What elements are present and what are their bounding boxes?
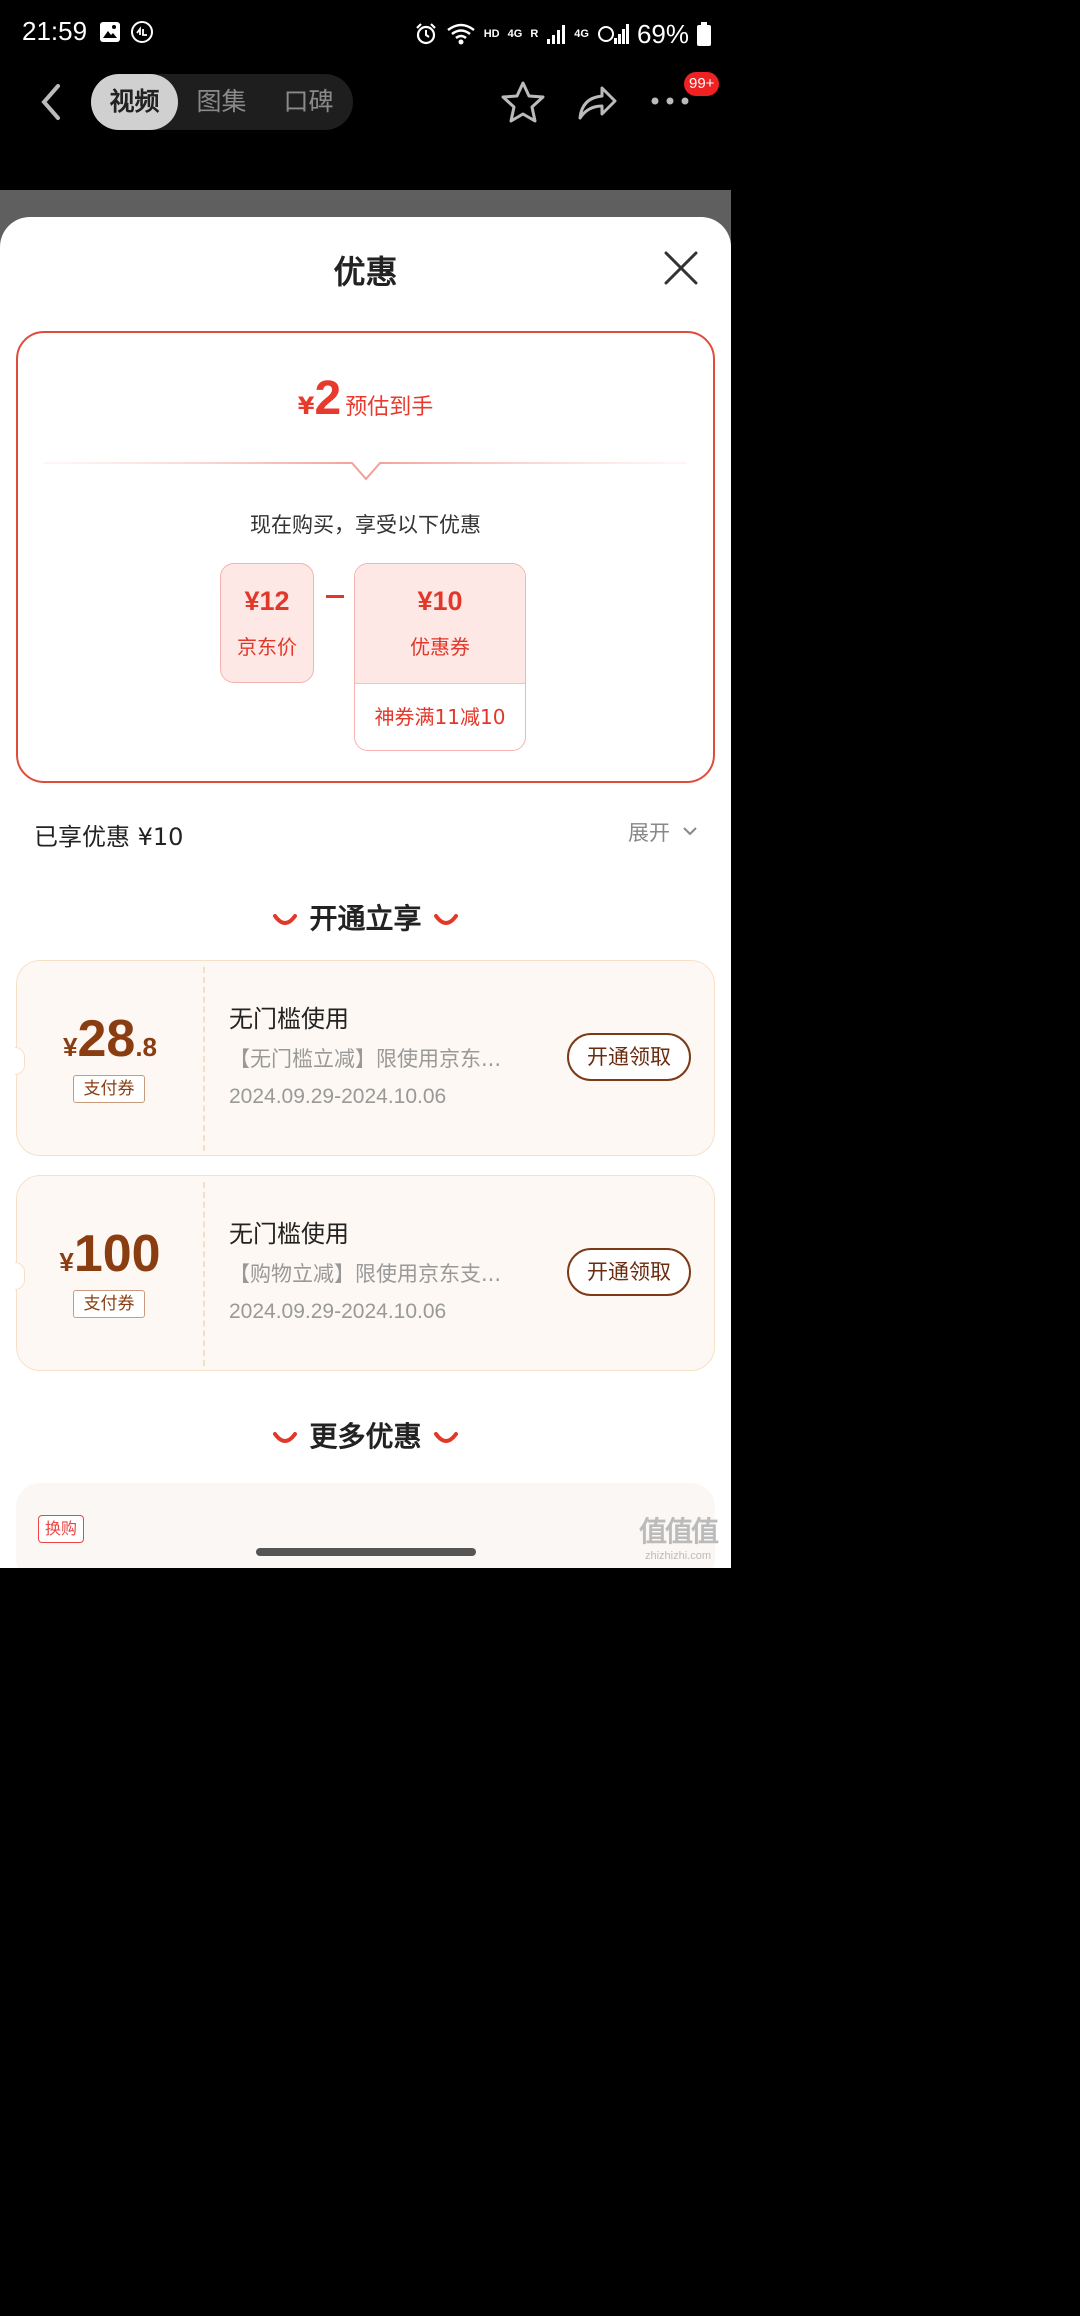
coupon-date: 2024.09.29-2024.10.06: [229, 1300, 447, 1323]
smile-right-icon: [433, 1432, 458, 1443]
coupon-type-tag: 支付券: [73, 1290, 145, 1318]
share-icon[interactable]: [576, 82, 618, 122]
claim-button[interactable]: 开通领取: [567, 1033, 691, 1081]
hd-indicator: HD: [483, 28, 500, 40]
smile-left-icon: [273, 1432, 298, 1443]
section-more-heading: 更多优惠: [0, 1415, 731, 1455]
coupon-price-value: ¥10: [417, 586, 463, 616]
section-more-title: 更多优惠: [309, 1420, 422, 1453]
coupon-currency: ¥: [59, 1247, 74, 1277]
enjoyed-discount: 已享优惠 ¥10: [34, 823, 184, 851]
coupon-amount: ¥28.8: [17, 1009, 203, 1069]
top-nav: 视频 图集 口碑 99+: [0, 66, 731, 190]
expand-link[interactable]: 展开: [628, 817, 670, 847]
jd-price-label: 京东价: [237, 635, 297, 659]
trade-in-tag: 换购: [38, 1515, 85, 1543]
claim-button[interactable]: 开通领取: [567, 1248, 691, 1296]
coupon-condition: 神券满11减10: [374, 705, 506, 729]
buy-now-text: 现在购买，享受以下优惠: [250, 513, 481, 537]
network-4g-2: 4G: [574, 28, 589, 40]
minus-sign: [326, 595, 344, 598]
media-tabs: 视频 图集 口碑: [91, 74, 353, 130]
home-indicator[interactable]: [256, 1548, 476, 1556]
back-icon[interactable]: [34, 80, 70, 124]
estimated-price: ¥2 预估到手: [18, 371, 713, 426]
coupon-amount-int: 28: [77, 1010, 136, 1068]
divider-arrow: [44, 462, 687, 481]
estimate-value: 2: [314, 372, 342, 425]
wifi-icon: [446, 23, 475, 45]
chevron-down-icon[interactable]: [682, 825, 698, 837]
more-icon[interactable]: [650, 96, 690, 106]
smile-right-icon: [433, 914, 458, 925]
coupon-separator: [203, 967, 205, 1151]
coupon-date: 2024.09.29-2024.10.06: [229, 1085, 447, 1108]
coupon-price-box: ¥10 优惠券 神券满11减10: [354, 563, 526, 751]
battery-percent: 69%: [636, 18, 689, 49]
price-summary-card: ¥2 预估到手 现在购买，享受以下优惠 ¥12 京东价 ¥10 优惠券 神券满11: [16, 331, 715, 783]
status-bar: 21:59 HD 4G R 4G 69%: [0, 0, 731, 66]
signal-icon-1: [547, 25, 566, 44]
coupon-desc: 【无门槛立减】限使用京东...: [229, 1047, 502, 1071]
coupon-card: ¥100 支付券 无门槛使用 【购物立减】限使用京东支... 2024.09.2…: [15, 1175, 715, 1371]
app-notification-icon: [131, 21, 153, 43]
coupon-price-label: 优惠券: [410, 635, 470, 659]
coupon-title: 无门槛使用: [229, 1005, 349, 1033]
coupon-type-tag: 支付券: [73, 1075, 145, 1103]
coupon-title: 无门槛使用: [229, 1220, 349, 1248]
jd-price-box: ¥12 京东价: [220, 563, 314, 683]
roaming-indicator: R: [530, 28, 539, 40]
signal-icon-2: [597, 24, 629, 44]
coupon-separator: [203, 1182, 205, 1366]
coupon-amount: ¥100: [17, 1224, 203, 1284]
watermark-logo: 值值值: [638, 1515, 719, 1548]
star-icon[interactable]: [500, 80, 546, 124]
discount-sheet: 优惠 ¥2 预估到手 现在购买，享受以下优惠 ¥12 京东价 ¥10 优惠券 神…: [0, 217, 731, 1568]
coupon-currency: ¥: [63, 1032, 78, 1062]
section-open-title: 开通立享: [309, 902, 422, 935]
smile-left-icon: [273, 914, 298, 925]
status-time: 21:59: [22, 16, 88, 46]
sheet-title: 优惠: [333, 253, 398, 291]
section-open-heading: 开通立享: [0, 897, 731, 937]
jd-price-value: ¥12: [244, 586, 290, 616]
estimate-currency: ¥: [297, 392, 315, 420]
coupon-amount-int: 100: [73, 1225, 161, 1283]
coupon-card: ¥28.8 支付券 无门槛使用 【无门槛立减】限使用京东... 2024.09.…: [15, 960, 715, 1156]
tab-gallery[interactable]: 图集: [178, 74, 265, 130]
tab-reviews[interactable]: 口碑: [265, 74, 352, 130]
status-right: HD 4G R 4G 69%: [414, 14, 711, 54]
coupon-amount-dec: .8: [135, 1032, 157, 1062]
close-icon[interactable]: [662, 249, 700, 287]
gallery-icon: [100, 22, 120, 42]
watermark: 值值值 zhizhizhi.com: [628, 1510, 728, 1562]
coupon-desc: 【购物立减】限使用京东支...: [229, 1262, 502, 1286]
message-badge: 99+: [684, 72, 720, 96]
tab-video[interactable]: 视频: [91, 74, 178, 130]
estimate-label: 预估到手: [345, 395, 434, 420]
battery-icon: [697, 22, 711, 46]
alarm-icon: [415, 23, 436, 45]
watermark-url: zhizhizhi.com: [644, 1550, 712, 1562]
network-4g-1: 4G: [507, 28, 523, 40]
